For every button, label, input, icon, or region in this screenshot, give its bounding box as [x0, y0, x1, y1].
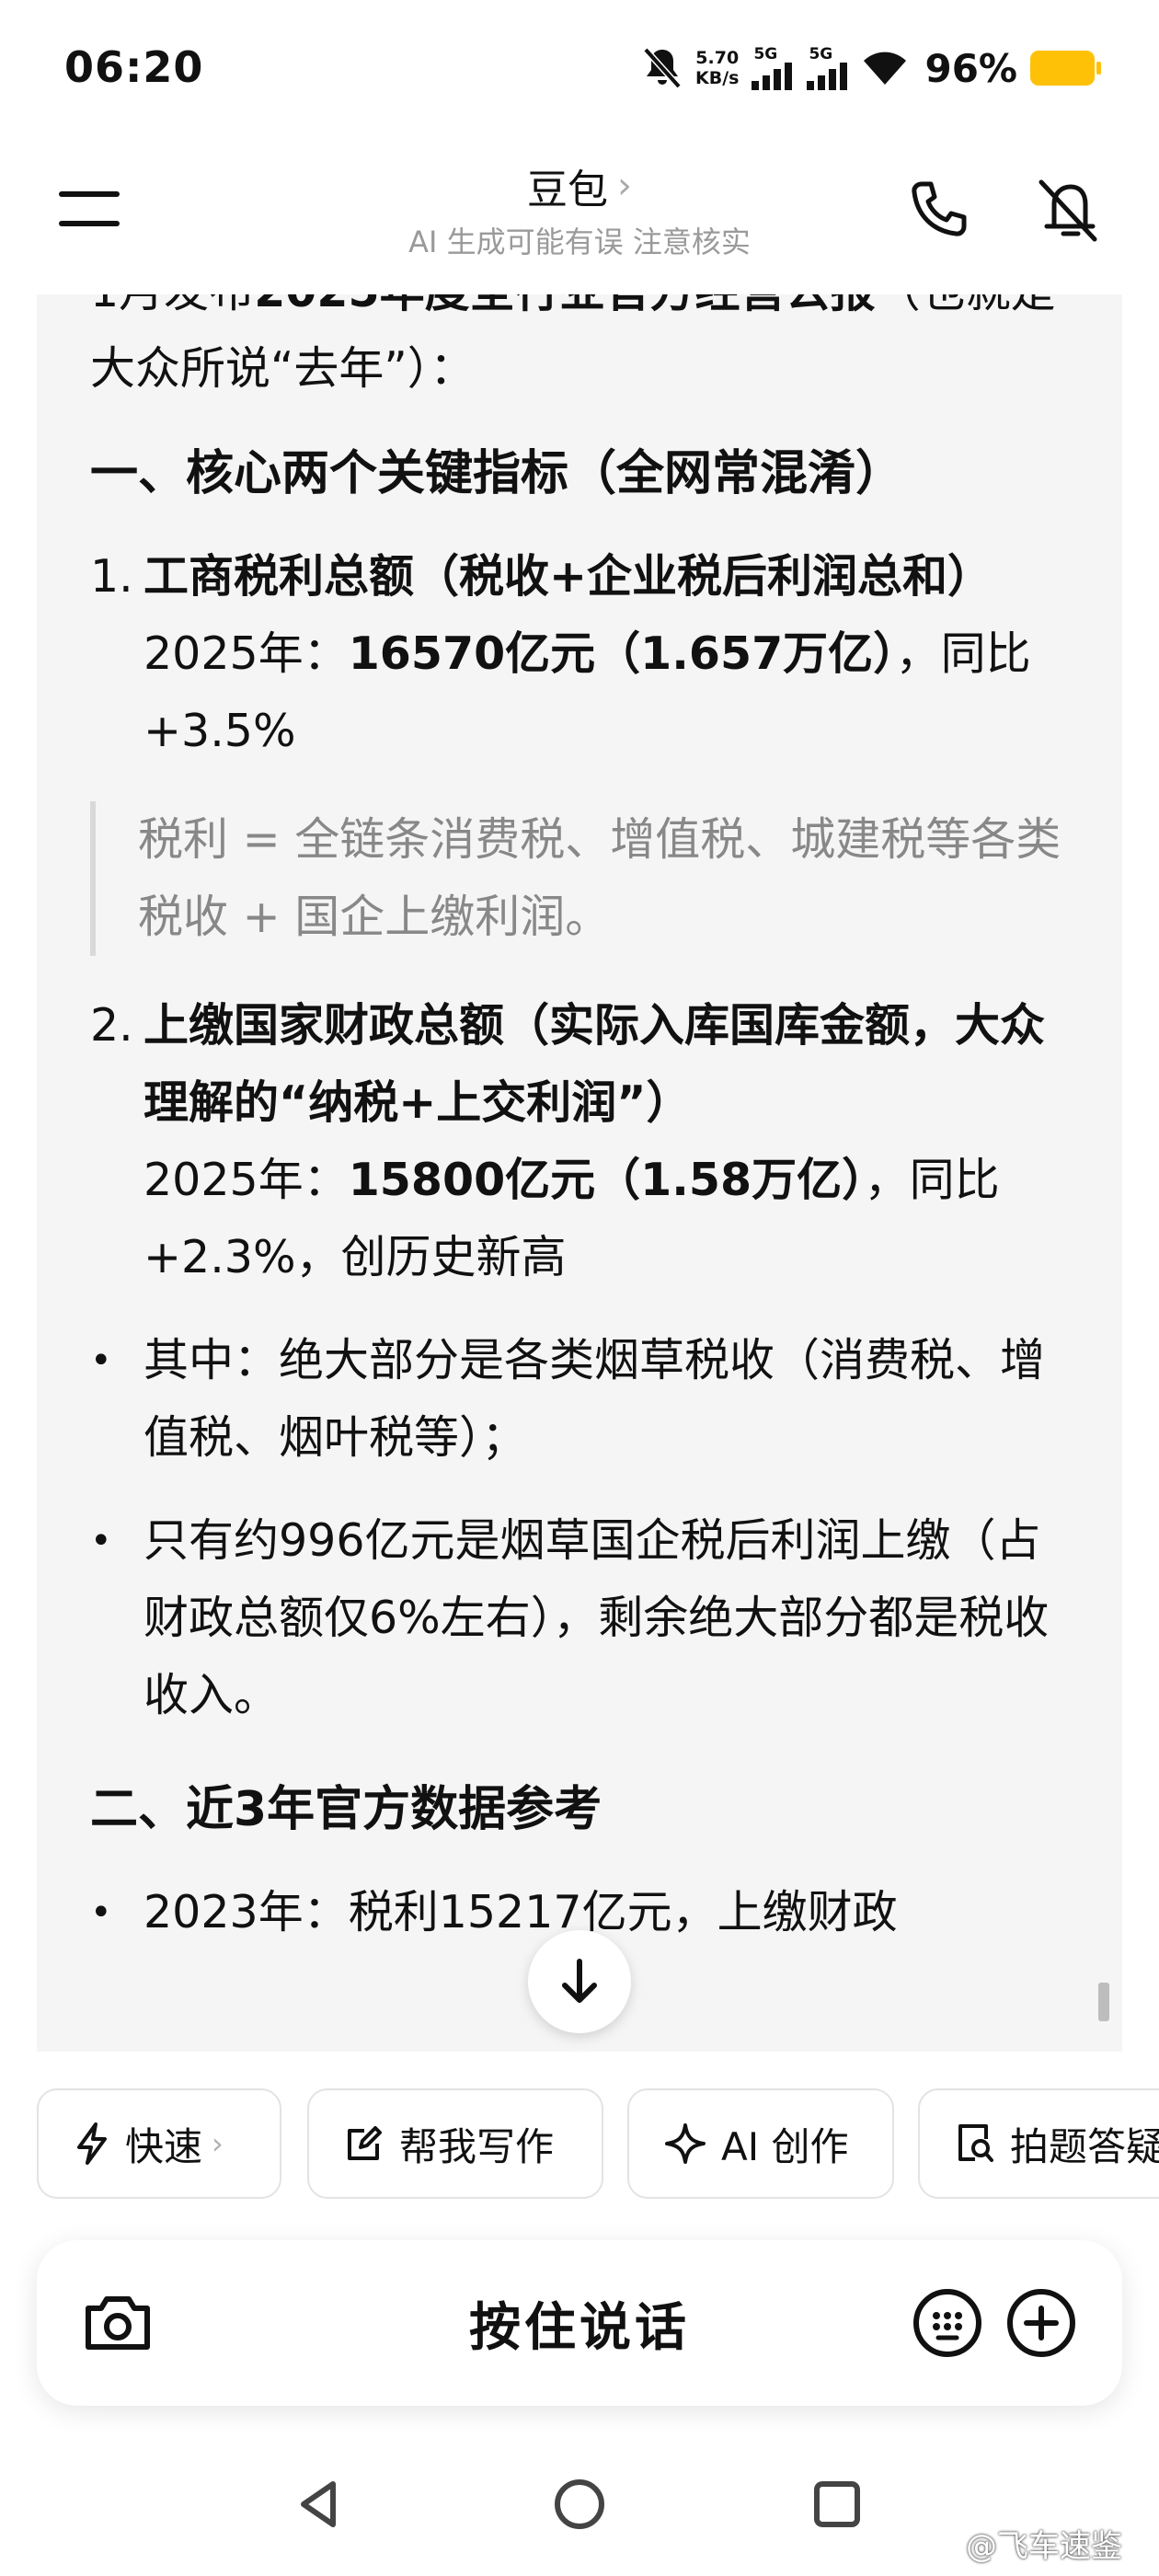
bullet-dot: • — [90, 1892, 112, 1934]
assistant-message: 1月发布2025年度全行业官方经营公报（也就是大众所说“去年”）： 一、核心两个… — [90, 294, 1074, 1951]
chip-writing[interactable]: 帮我写作 — [307, 2088, 603, 2199]
chip-fast-mode[interactable]: 快速 › — [37, 2088, 281, 2199]
menu-button[interactable] — [59, 180, 120, 236]
app-title-button[interactable]: 豆包 › — [527, 156, 632, 215]
chat-message-area[interactable]: 1月发布2025年度全行业官方经营公报（也就是大众所说“去年”）： 一、核心两个… — [37, 294, 1122, 2052]
chevron-right-icon: › — [617, 165, 632, 207]
item-value: 16570亿元（1.657万亿） — [348, 627, 896, 680]
sim2-signal: 5G — [807, 46, 849, 90]
item-title: 上缴国家财政总额（实际入库国库金额，大众理解的“纳税+上交利润”） — [143, 999, 1046, 1129]
sim2-label: 5G — [809, 45, 833, 63]
status-time: 06:20 — [64, 42, 204, 92]
plus-icon[interactable] — [1003, 2284, 1080, 2362]
title-block: 豆包 › AI 生成可能有误 注意核实 — [304, 156, 855, 261]
camera-icon[interactable] — [79, 2284, 156, 2362]
phone-call-icon[interactable] — [901, 173, 975, 247]
wifi-icon — [864, 52, 907, 85]
scrollbar-thumb[interactable] — [1098, 1983, 1109, 2021]
chip-label: 帮我写作 — [399, 2123, 555, 2169]
mute-bell-icon — [643, 47, 682, 89]
bullet-text: 其中：绝大部分是各类烟草税收（消费税、增值税、烟叶税等）； — [143, 1334, 1046, 1464]
numbered-item-2: 2. 上缴国家财政总额（实际入库国库金额，大众理解的“纳税+上交利润”） 202… — [90, 987, 1074, 1296]
bullet-dot: • — [90, 1520, 112, 1562]
lightning-icon — [77, 2122, 107, 2165]
section-heading-2: 二、近3年官方数据参考 — [90, 1782, 602, 1837]
item-number: 2. — [90, 999, 133, 1052]
item-value: 15800亿元（1.58万亿） — [348, 1154, 865, 1206]
hamburger-icon-line — [59, 221, 120, 226]
item-title: 工商税利总额（税收+企业税后利润总和） — [143, 550, 993, 603]
signal-bars-icon — [752, 63, 793, 90]
battery-icon — [1030, 51, 1101, 86]
quick-action-chips: 快速 › 帮我写作 AI 创作 拍题答疑 — [37, 2088, 1159, 2202]
intro-text: 1月发布 — [90, 294, 254, 317]
bullet-item: • 只有约996亿元是烟草国企税后利润上缴（占财政总额仅6%左右），剩余绝大部分… — [90, 1502, 1074, 1734]
chip-label: 快速 — [125, 2123, 203, 2169]
chip-photo-question[interactable]: 拍题答疑 — [918, 2088, 1159, 2199]
chip-label: 拍题答疑 — [1010, 2123, 1159, 2169]
bullet-dot: • — [90, 1340, 112, 1382]
intro-bold: 2025年度全行业官方经营公报 — [254, 294, 875, 317]
watermark-text: @飞车速鉴 — [966, 2528, 1122, 2565]
scroll-to-bottom-button[interactable] — [528, 1930, 631, 2033]
input-bar: 按住说话 — [37, 2240, 1122, 2406]
sim1-signal: 5G — [752, 46, 794, 90]
intro-paragraph: 1月发布2025年度全行业官方经营公报（也就是大众所说“去年”）： — [90, 294, 1074, 408]
numbered-item-1: 1. 工商税利总额（税收+企业税后利润总和） 2025年：16570亿元（1.6… — [90, 538, 1074, 770]
bullet-text: 只有约996亿元是烟草国企税后利润上缴（占财政总额仅6%左右），剩余绝大部分都是… — [143, 1514, 1050, 1721]
status-bar: 06:20 5.70 KB/s 5G 5G 96% — [0, 0, 1159, 138]
chevron-right-icon: › — [212, 2126, 224, 2161]
blockquote: 税利 = 全链条消费税、增值税、城建税等各类税收 + 国企上缴利润。 — [90, 801, 1074, 956]
chip-ai-create[interactable]: AI 创作 — [627, 2088, 894, 2199]
network-speed-value: 5.70 — [695, 48, 740, 68]
home-circle-icon[interactable] — [550, 2475, 609, 2534]
recents-square-icon[interactable] — [808, 2475, 866, 2534]
network-speed: 5.70 KB/s — [695, 48, 739, 88]
arrow-down-icon — [562, 1959, 597, 2003]
item-prefix: 2025年： — [143, 627, 349, 680]
weibo-watermark: @飞车速鉴 — [922, 2521, 1122, 2566]
chip-label: AI 创作 — [721, 2123, 849, 2169]
network-speed-unit: KB/s — [695, 68, 740, 88]
section-heading-1: 一、核心两个关键指标（全网常混淆） — [90, 446, 904, 501]
signal-bars-icon — [807, 63, 848, 90]
item-number: 1. — [90, 550, 133, 603]
hamburger-icon — [59, 191, 120, 197]
item-prefix: 2025年： — [143, 1154, 349, 1206]
edit-icon — [348, 2126, 382, 2160]
battery-percent: 96% — [924, 45, 1017, 91]
app-header: 豆包 › AI 生成可能有误 注意核实 — [0, 138, 1159, 294]
search-doc-icon — [958, 2124, 993, 2162]
hold-to-talk-button[interactable]: 按住说话 — [313, 2240, 846, 2406]
back-triangle-icon[interactable] — [291, 2475, 350, 2534]
app-title: 豆包 — [527, 167, 608, 213]
weibo-logo-icon — [922, 2536, 955, 2559]
sparkle-icon — [665, 2123, 706, 2164]
ai-disclaimer: AI 生成可能有误 注意核实 — [408, 224, 751, 259]
mute-speaker-icon[interactable] — [1030, 173, 1104, 247]
bullet-item: • 其中：绝大部分是各类烟草税收（消费税、增值税、烟叶税等）； — [90, 1322, 1074, 1477]
status-icons: 5.70 KB/s 5G 5G 96% — [642, 40, 1101, 96]
sim1-label: 5G — [753, 45, 778, 63]
emoji-keyboard-icon[interactable] — [909, 2284, 986, 2362]
